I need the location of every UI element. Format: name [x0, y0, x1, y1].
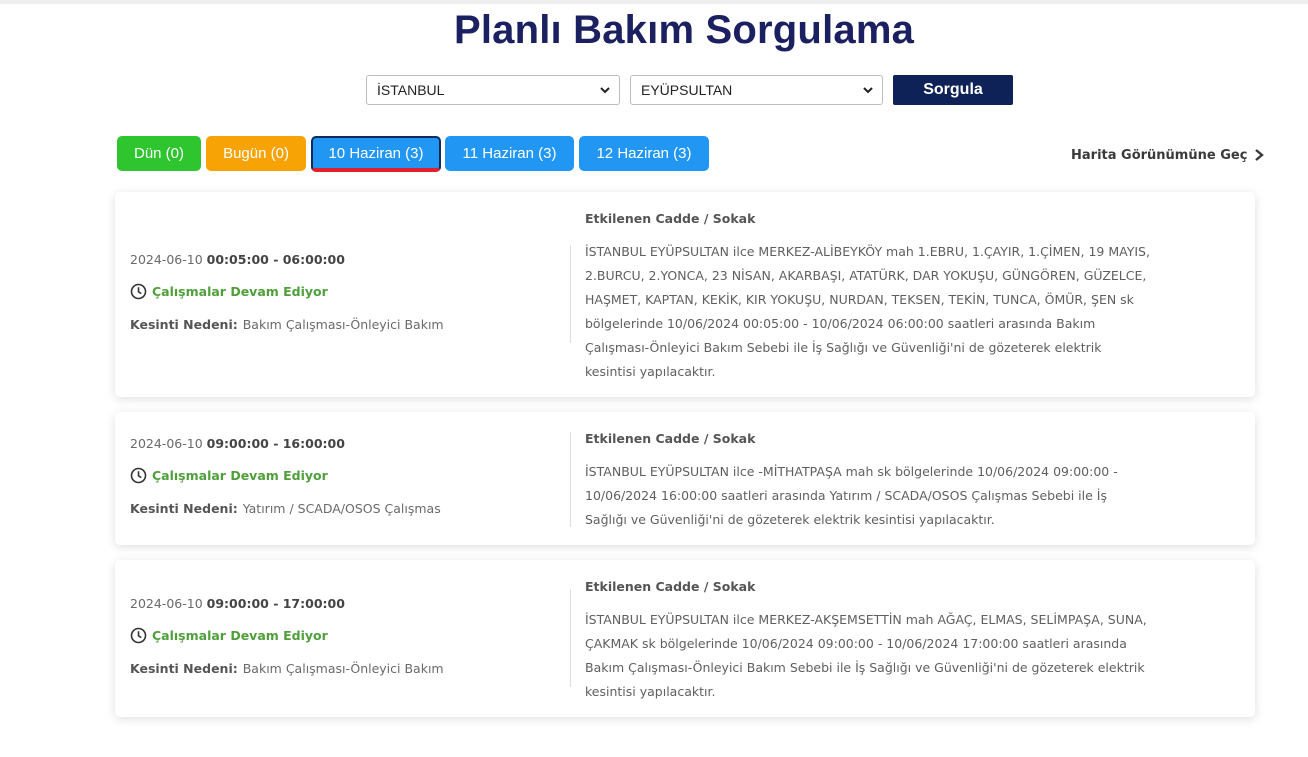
city-select[interactable]: İSTANBUL: [366, 75, 620, 105]
affected-streets-text: İSTANBUL EYÜPSULTAN ilce -MİTHATPAŞA mah…: [585, 464, 1118, 527]
outage-datetime: 2024-06-10 00:05:00 - 06:00:00: [130, 249, 550, 269]
district-select-value: EYÜPSULTAN: [641, 82, 733, 98]
outage-time-range: 00:05:00 - 06:00:00: [206, 251, 345, 267]
outage-reason: Kesinti Nedeni: Yatırım / SCADA/OSOS Çal…: [130, 498, 550, 518]
outage-status: Çalışmalar Devam Ediyor: [130, 625, 550, 645]
page-title: Planlı Bakım Sorgulama: [453, 8, 915, 52]
outage-status: Çalışmalar Devam Ediyor: [130, 465, 550, 485]
outage-status-text: Çalışmalar Devam Ediyor: [152, 467, 328, 483]
card-divider: [570, 590, 571, 687]
chevron-right-icon: [1255, 149, 1265, 161]
outage-card: 2024-06-10 09:00:00 - 17:00:00 Çalışmala…: [115, 560, 1255, 717]
tab-yesterday[interactable]: Dün (0): [117, 136, 201, 171]
clock-icon: [130, 283, 147, 299]
tab-june-11[interactable]: 11 Haziran (3): [445, 136, 574, 171]
query-button[interactable]: Sorgula: [893, 75, 1013, 105]
outage-date: 2024-06-10: [130, 251, 203, 267]
tab-june-10[interactable]: 10 Haziran (3): [311, 136, 441, 172]
outage-reason-label: Kesinti Nedeni:: [130, 500, 238, 516]
outage-date: 2024-06-10: [130, 595, 203, 611]
outage-affected: Etkilenen Cadde / Sokak İSTANBUL EYÜPSUL…: [585, 209, 1150, 384]
outage-status: Çalışmalar Devam Ediyor: [130, 281, 550, 301]
outage-reason-label: Kesinti Nedeni:: [130, 316, 238, 332]
card-divider: [570, 246, 571, 343]
outage-status-text: Çalışmalar Devam Ediyor: [152, 283, 328, 299]
top-border: [0, 0, 1308, 4]
outage-affected: Etkilenen Cadde / Sokak İSTANBUL EYÜPSUL…: [585, 429, 1150, 532]
outage-reason-value: Bakım Çalışması-Önleyici Bakım: [242, 660, 444, 676]
outage-card: 2024-06-10 00:05:00 - 06:00:00 Çalışmala…: [115, 192, 1255, 397]
card-divider: [570, 432, 571, 527]
outage-card: 2024-06-10 09:00:00 - 16:00:00 Çalışmala…: [115, 412, 1255, 545]
outage-summary: 2024-06-10 09:00:00 - 16:00:00 Çalışmala…: [130, 433, 550, 518]
district-select[interactable]: EYÜPSULTAN: [630, 75, 883, 105]
outage-reason: Kesinti Nedeni: Bakım Çalışması-Önleyici…: [130, 658, 550, 678]
outage-status-text: Çalışmalar Devam Ediyor: [152, 627, 328, 643]
outage-reason-value: Yatırım / SCADA/OSOS Çalışmas: [242, 500, 441, 516]
outage-reason-label: Kesinti Nedeni:: [130, 660, 238, 676]
outage-affected: Etkilenen Cadde / Sokak İSTANBUL EYÜPSUL…: [585, 577, 1150, 704]
outage-summary: 2024-06-10 00:05:00 - 06:00:00 Çalışmala…: [130, 249, 550, 334]
chevron-down-icon: [863, 87, 873, 94]
map-view-link[interactable]: Harita Görünümüne Geç: [1071, 145, 1265, 165]
clock-icon: [130, 627, 147, 643]
outage-datetime: 2024-06-10 09:00:00 - 17:00:00: [130, 593, 550, 613]
outage-time-range: 09:00:00 - 16:00:00: [206, 435, 345, 451]
outage-date: 2024-06-10: [130, 435, 203, 451]
chevron-down-icon: [600, 87, 610, 94]
outage-datetime: 2024-06-10 09:00:00 - 16:00:00: [130, 433, 550, 453]
city-select-value: İSTANBUL: [377, 82, 445, 98]
affected-streets-heading: Etkilenen Cadde / Sokak: [585, 431, 756, 446]
affected-streets-heading: Etkilenen Cadde / Sokak: [585, 211, 756, 226]
outage-time-range: 09:00:00 - 17:00:00: [206, 595, 345, 611]
tab-today[interactable]: Bugün (0): [206, 136, 306, 171]
outage-reason: Kesinti Nedeni: Bakım Çalışması-Önleyici…: [130, 314, 550, 334]
tab-june-12[interactable]: 12 Haziran (3): [579, 136, 709, 171]
outage-summary: 2024-06-10 09:00:00 - 17:00:00 Çalışmala…: [130, 593, 550, 678]
affected-streets-heading: Etkilenen Cadde / Sokak: [585, 579, 756, 594]
affected-streets-text: İSTANBUL EYÜPSULTAN ilce MERKEZ-ALİBEYKÖ…: [585, 244, 1150, 379]
clock-icon: [130, 467, 147, 483]
map-view-link-label: Harita Görünümüne Geç: [1071, 147, 1248, 163]
outage-reason-value: Bakım Çalışması-Önleyici Bakım: [242, 316, 444, 332]
affected-streets-text: İSTANBUL EYÜPSULTAN ilce MERKEZ-AKŞEMSET…: [585, 612, 1147, 699]
